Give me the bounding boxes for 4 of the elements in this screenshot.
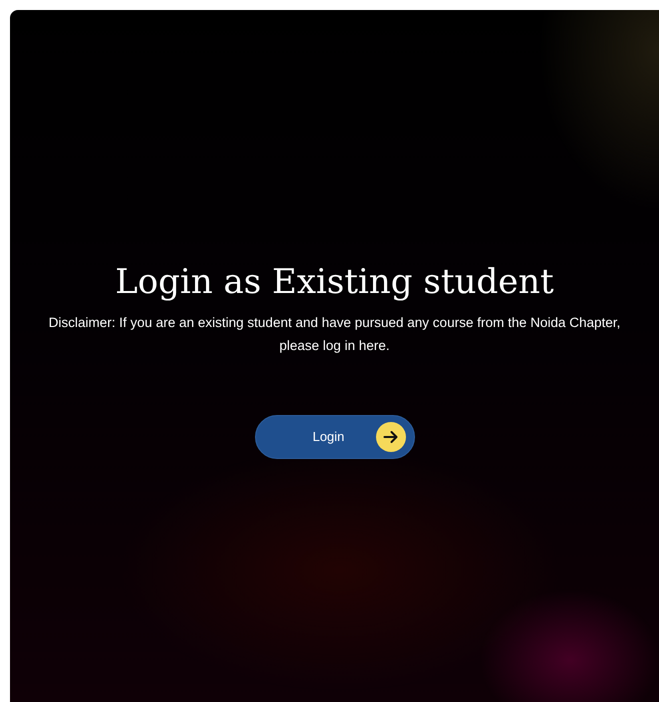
disclaimer-text: Disclaimer: If you are an existing student and have pursued any course from the Noida Chapter, please log in here. (48, 314, 622, 355)
arrow-right-icon (376, 422, 406, 452)
page-title: Login as Existing student (115, 262, 554, 303)
login-button[interactable]: Login (254, 414, 414, 459)
